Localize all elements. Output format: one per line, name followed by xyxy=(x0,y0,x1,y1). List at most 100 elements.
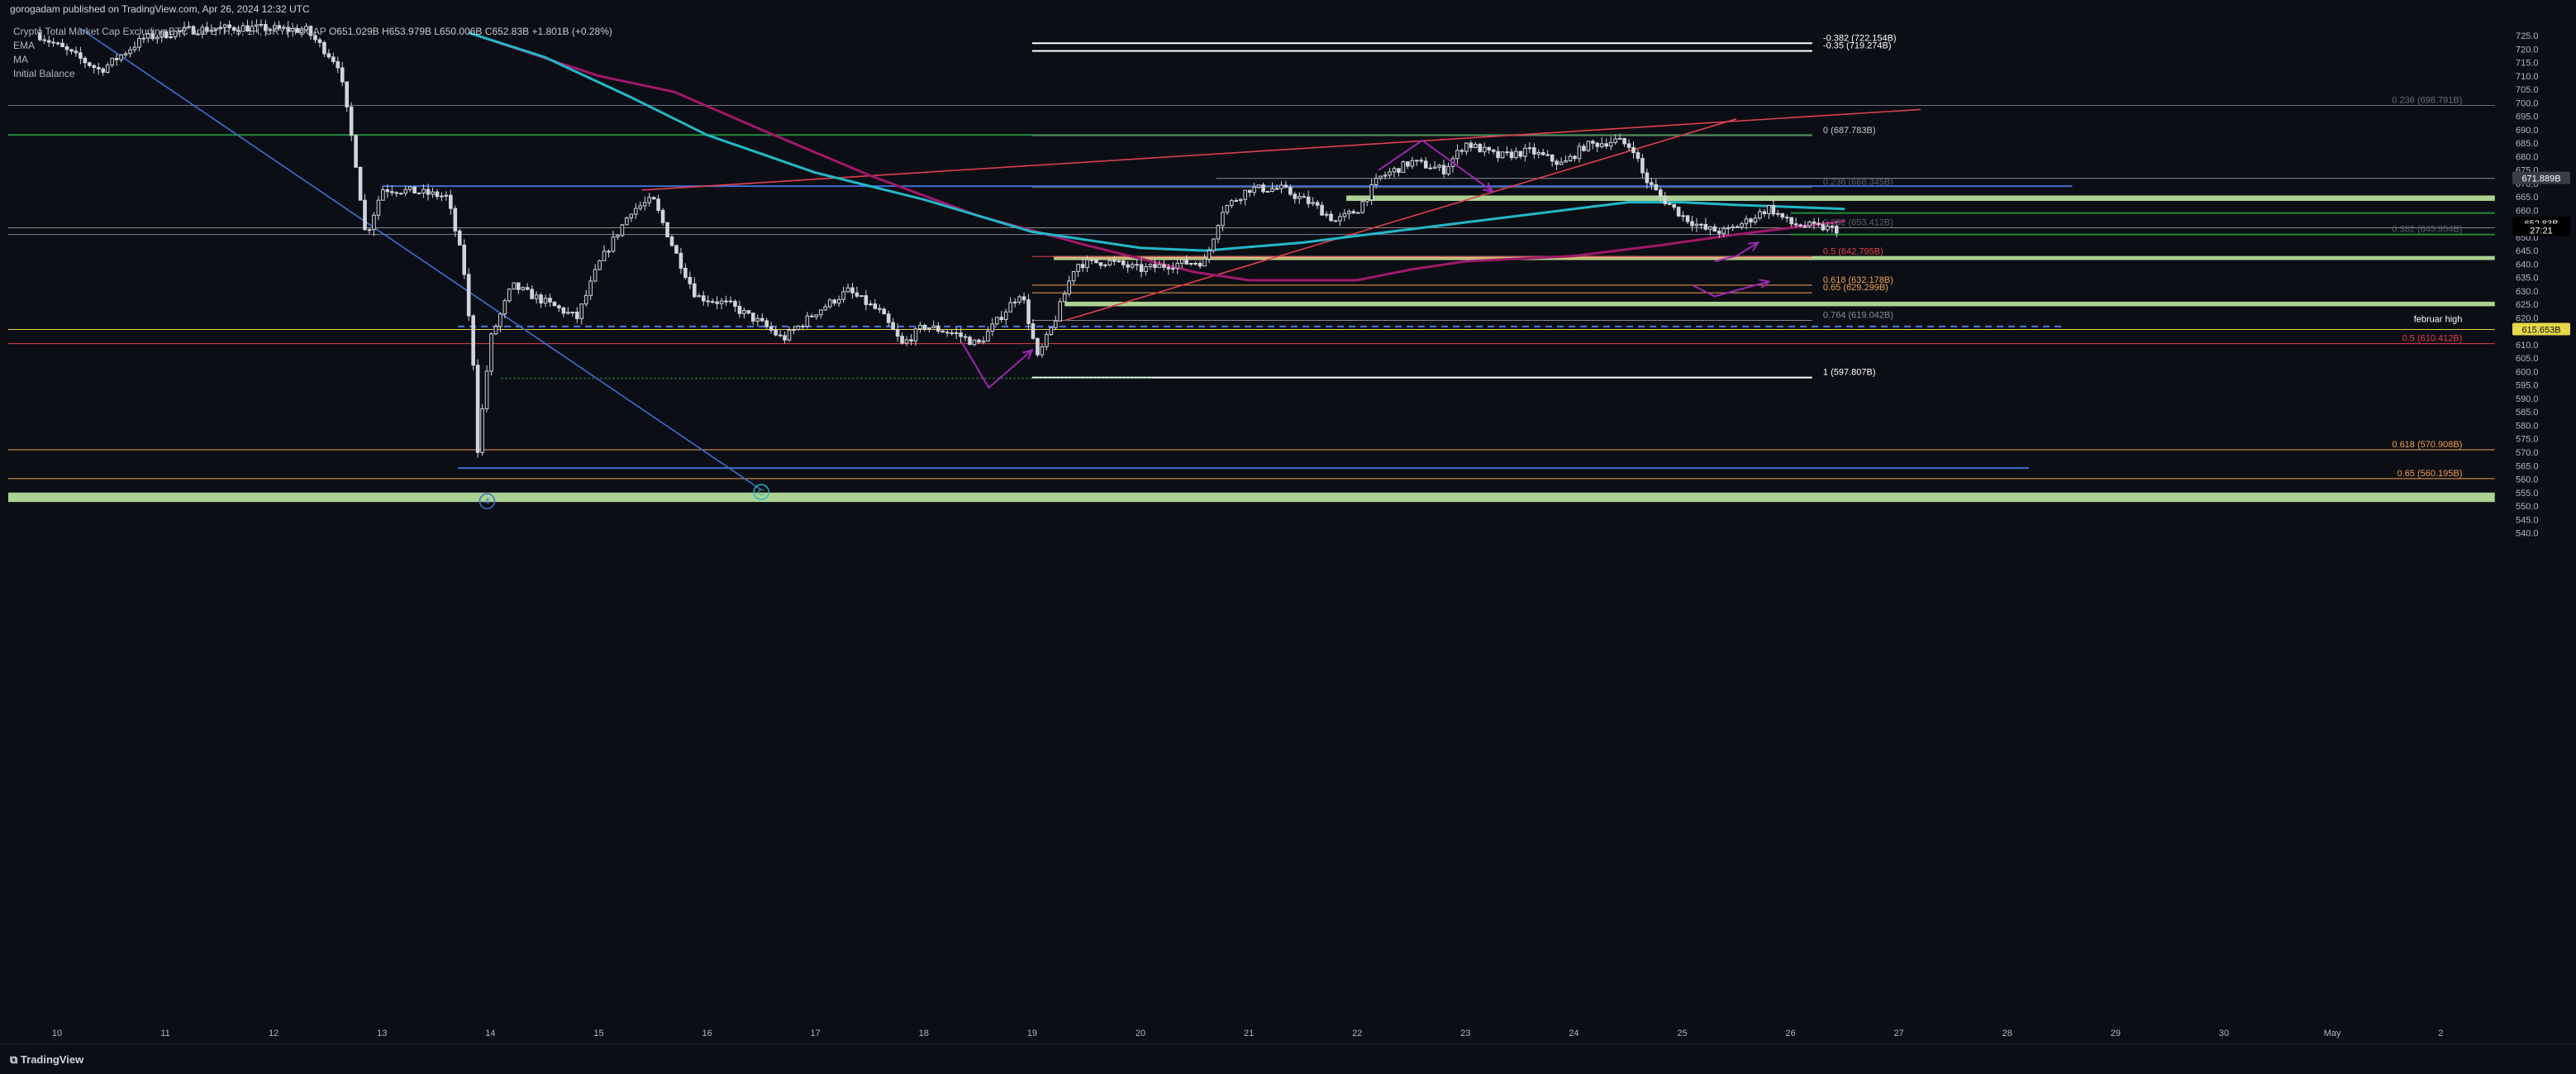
candle-body xyxy=(345,81,349,107)
candle xyxy=(913,327,918,346)
candle-body xyxy=(810,315,814,317)
candle-body xyxy=(1378,175,1383,179)
candle xyxy=(1482,142,1487,156)
candle-body xyxy=(855,292,859,297)
candle-body xyxy=(1491,149,1496,152)
drawn-arrow-head-2 xyxy=(1748,241,1760,252)
candle xyxy=(616,235,620,241)
candle xyxy=(1464,142,1469,155)
price-tick-label: 585.0 xyxy=(2516,408,2539,418)
candle-body xyxy=(1717,231,1721,234)
candle-body xyxy=(1036,337,1040,356)
chart-legend: Crypto Total Market Cap Excluding BTC an… xyxy=(13,25,612,81)
candle-body xyxy=(759,317,764,322)
trendline-2[interactable] xyxy=(78,26,762,491)
candle-body xyxy=(1071,270,1076,282)
candle xyxy=(1198,260,1202,270)
candle-body xyxy=(1198,262,1202,267)
candle-body xyxy=(1225,205,1230,213)
candle xyxy=(1545,150,1550,157)
candle xyxy=(845,283,850,293)
price-tick-label: 555.0 xyxy=(2516,489,2539,499)
candle-body xyxy=(1098,262,1103,266)
candle xyxy=(710,298,715,304)
candle-body xyxy=(1690,221,1694,227)
candle xyxy=(484,365,489,413)
candle xyxy=(602,245,607,261)
candle-body xyxy=(1355,212,1360,214)
candle-body xyxy=(1500,151,1505,159)
support-zone-3[interactable] xyxy=(8,492,2495,503)
candle xyxy=(1401,160,1406,173)
candle-body xyxy=(633,208,638,215)
candle-body xyxy=(1166,266,1171,270)
candle-body xyxy=(886,313,891,323)
trendline-1[interactable] xyxy=(1064,118,1737,322)
price-tag-februar-high[interactable]: 615.653B xyxy=(2521,326,2560,336)
candle-body xyxy=(1721,227,1726,234)
candle-body xyxy=(1771,204,1776,215)
candle xyxy=(963,333,968,341)
candle xyxy=(1469,141,1474,152)
candle-body xyxy=(746,310,751,314)
candle xyxy=(1306,190,1311,208)
candle-body xyxy=(1406,161,1410,167)
legend-indicator-ema[interactable]: EMA xyxy=(13,39,612,53)
fib-level-label-9: 0.65 (629.299B) xyxy=(1823,283,1888,293)
candle-body xyxy=(444,194,449,197)
price-tick-label: 625.0 xyxy=(2516,300,2539,310)
price-chart[interactable]: -0.382 (722.154B)-0.35 (719.274B)0.236 (… xyxy=(8,18,2512,1043)
drawn-arrow-0[interactable] xyxy=(960,341,1033,389)
candle xyxy=(1631,141,1636,159)
candle xyxy=(814,314,819,320)
candle-body xyxy=(1758,211,1762,219)
support-zone-2[interactable] xyxy=(1064,301,2495,307)
chart-pane[interactable]: -0.382 (722.154B) -0.35 (719.274B) 0.236 (… xyxy=(8,18,2512,1043)
candle xyxy=(1071,270,1076,285)
candle-body xyxy=(679,252,683,269)
candle xyxy=(1388,167,1392,179)
price-tag-horizontal-level[interactable]: 671.889B xyxy=(2521,174,2560,184)
ema-line[interactable] xyxy=(468,31,1845,252)
candle xyxy=(972,339,977,346)
candle xyxy=(778,330,783,338)
candle xyxy=(1212,238,1216,254)
candle xyxy=(1397,168,1401,177)
price-axis[interactable]: 725.0 720.0 715.0 710.0 705.0 700.0 695.0 690.0… xyxy=(2512,18,2576,1043)
legend-symbol-row[interactable]: Crypto Total Market Cap Excluding BTC an… xyxy=(13,25,612,39)
legend-indicator-ma[interactable]: MA xyxy=(13,53,612,67)
candle xyxy=(1062,290,1067,303)
candle-body xyxy=(1817,222,1821,225)
candle-body xyxy=(1459,150,1464,152)
candle xyxy=(493,323,498,336)
candle-body xyxy=(1802,225,1807,227)
candle-body xyxy=(1478,143,1483,153)
candle-body xyxy=(484,370,489,409)
support-zone-0[interactable] xyxy=(1346,195,2495,201)
legend-symbol[interactable]: Crypto Total Market Cap Excluding BTC an… xyxy=(13,26,326,37)
tradingview-logo[interactable]: ⧉ TradingView xyxy=(10,1053,83,1067)
candle xyxy=(1008,297,1012,313)
candle xyxy=(579,303,584,325)
candle-body xyxy=(1401,161,1406,173)
candle xyxy=(1256,184,1261,189)
fib-level-label-12: 0.5 (610.412B) xyxy=(2402,334,2463,344)
candle-body xyxy=(1636,152,1640,160)
candle xyxy=(810,313,814,318)
candle xyxy=(1139,258,1144,278)
candle-body xyxy=(598,260,602,270)
price-tag-countdown[interactable]: 27:21 xyxy=(2530,226,2553,236)
candle xyxy=(412,186,417,194)
candle-body xyxy=(1726,227,1731,230)
legend-indicator-initial-balance[interactable]: Initial Balance xyxy=(13,67,612,81)
candle-body xyxy=(999,317,1004,321)
candle xyxy=(873,298,878,310)
drawn-arrow-3[interactable] xyxy=(1693,280,1769,298)
candle-body xyxy=(1694,223,1699,227)
candle-body xyxy=(435,191,440,198)
candle-body xyxy=(602,251,607,261)
candle-body xyxy=(990,323,995,332)
candle-body xyxy=(1708,226,1712,230)
time-tick-label: 17 xyxy=(811,1029,821,1038)
candle-body xyxy=(1767,204,1771,214)
